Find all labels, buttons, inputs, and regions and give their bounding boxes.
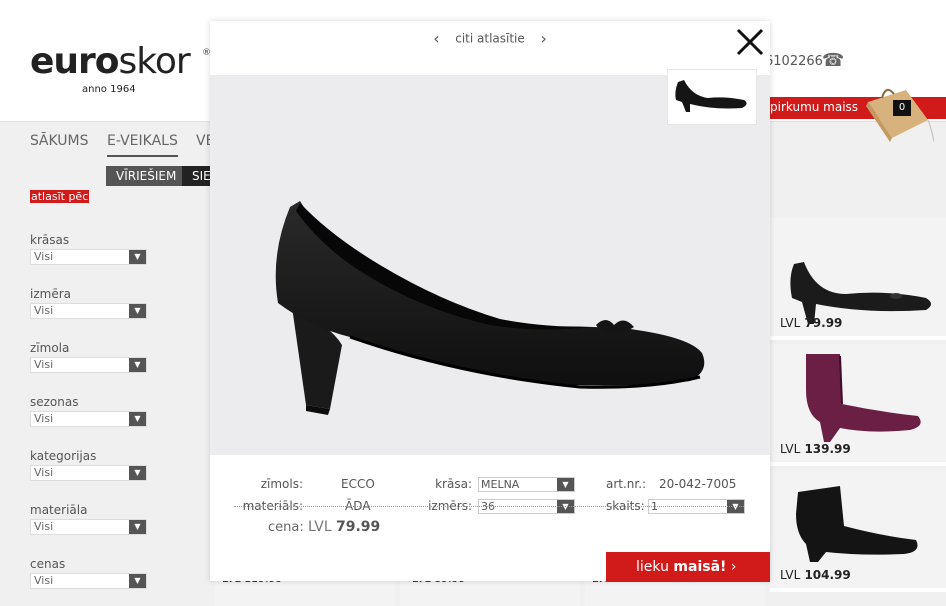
- filter-price-select[interactable]: Visi ▼: [30, 573, 147, 589]
- filter-color-select[interactable]: Visi ▼: [30, 249, 147, 265]
- nav-item-eshop[interactable]: E-VEIKALS: [107, 133, 178, 157]
- color-select[interactable]: MELNA ▼: [478, 477, 575, 492]
- logo-tagline: anno 1964: [82, 84, 136, 95]
- cart-count-badge: 0: [893, 100, 911, 116]
- filter-label: materiāla: [30, 503, 88, 517]
- filter-title: atlasīt pēc: [30, 190, 90, 203]
- filter-size-select[interactable]: Visi ▼: [30, 303, 147, 319]
- shoe-pump-image: [275, 201, 705, 415]
- chevron-right-icon[interactable]: ›: [529, 29, 559, 48]
- add-to-bag-bold: maisā!: [673, 559, 727, 575]
- filter-material-select[interactable]: Visi ▼: [30, 519, 147, 535]
- filter-label: kategorijas: [30, 449, 97, 463]
- chevron-down-icon: ▼: [129, 304, 146, 318]
- divider: [234, 506, 744, 507]
- filter-material: materiāla Visi ▼: [30, 503, 147, 535]
- brand-value: ECCO: [341, 477, 375, 491]
- chevron-down-icon: ▼: [129, 520, 146, 534]
- filter-value: Visi: [34, 466, 54, 479]
- close-icon[interactable]: [734, 26, 766, 58]
- filter-size: izmēra Visi ▼: [30, 287, 147, 319]
- filter-brand: zīmola Visi ▼: [30, 341, 147, 373]
- other-selected-label: citi atlasītie: [455, 31, 525, 46]
- filter-label: izmēra: [30, 287, 71, 301]
- product-card[interactable]: LVL 104.99: [770, 470, 946, 592]
- boot-purple-image: [806, 354, 921, 442]
- chevron-left-icon[interactable]: ‹: [421, 29, 451, 48]
- add-to-bag-text: lieku: [636, 559, 669, 575]
- filter-label: krāsas: [30, 233, 70, 247]
- subnav-men[interactable]: VĪRIEŠIEM: [106, 166, 187, 186]
- chevron-down-icon: ▼: [129, 574, 146, 588]
- logo[interactable]: euroskor ® anno 1964: [30, 41, 211, 96]
- filter-brand-select[interactable]: Visi ▼: [30, 357, 147, 373]
- filter-season-select[interactable]: Visi ▼: [30, 411, 147, 427]
- filter-label: cenas: [30, 557, 66, 571]
- phone-number: 6102266: [765, 54, 823, 69]
- filter-price: cenas Visi ▼: [30, 557, 147, 589]
- product-photo: [210, 75, 770, 455]
- ankle-boot-image: [796, 486, 918, 562]
- filter-value: Visi: [34, 358, 54, 371]
- article-label: art.nr.:: [606, 477, 647, 491]
- product-card[interactable]: LVL 79.99: [770, 218, 946, 340]
- chevron-down-icon: ▼: [129, 358, 146, 372]
- modal-nav: ‹ citi atlasītie ›: [210, 29, 770, 48]
- chevron-down-icon: ▼: [129, 250, 146, 264]
- brand-label: zīmols:: [260, 477, 303, 491]
- cart-label[interactable]: pirkumu maiss: [770, 100, 858, 114]
- filter-label: sezonas: [30, 395, 79, 409]
- price-label: cena:: [268, 520, 304, 535]
- product-modal: ‹ citi atlasītie › zīmols: ECCO materiāl…: [210, 21, 770, 582]
- phone-icon: ☎: [822, 50, 845, 71]
- product-card[interactable]: LVL 139.99: [770, 344, 946, 466]
- add-to-bag-button[interactable]: lieku maisā! ›: [606, 552, 770, 582]
- product-price: LVL 79.99: [780, 316, 843, 330]
- chevron-right-icon: ›: [730, 559, 737, 575]
- filter-category-select[interactable]: Visi ▼: [30, 465, 147, 481]
- logo-euro: euro: [30, 41, 120, 82]
- price-currency: LVL: [308, 519, 332, 535]
- color-label: krāsa:: [435, 477, 472, 491]
- chevron-down-icon: ▼: [129, 466, 146, 480]
- shoe-thumbnail-image: [675, 80, 747, 112]
- filter-value: Visi: [34, 412, 54, 425]
- chevron-down-icon: ▼: [129, 412, 146, 426]
- filter-value: Visi: [34, 250, 54, 263]
- filter-season: sezonas Visi ▼: [30, 395, 147, 427]
- nav-item-home[interactable]: SĀKUMS: [30, 133, 88, 149]
- filter-value: Visi: [34, 574, 54, 587]
- filter-value: Visi: [34, 304, 54, 317]
- logo-skor: skor: [118, 41, 191, 82]
- product-thumbnail[interactable]: [667, 69, 757, 125]
- filter-label: zīmola: [30, 341, 70, 355]
- article-value: 20-042-7005: [659, 477, 737, 491]
- product-price: LVL 139.99: [780, 442, 851, 456]
- price-value: 79.99: [336, 519, 381, 535]
- color-select-value: MELNA: [481, 478, 520, 491]
- product-price: LVL 104.99: [780, 568, 851, 582]
- chevron-down-icon: ▼: [557, 478, 574, 491]
- filter-category: kategorijas Visi ▼: [30, 449, 147, 481]
- filter-value: Visi: [34, 520, 54, 533]
- filter-color: krāsas Visi ▼: [30, 233, 147, 265]
